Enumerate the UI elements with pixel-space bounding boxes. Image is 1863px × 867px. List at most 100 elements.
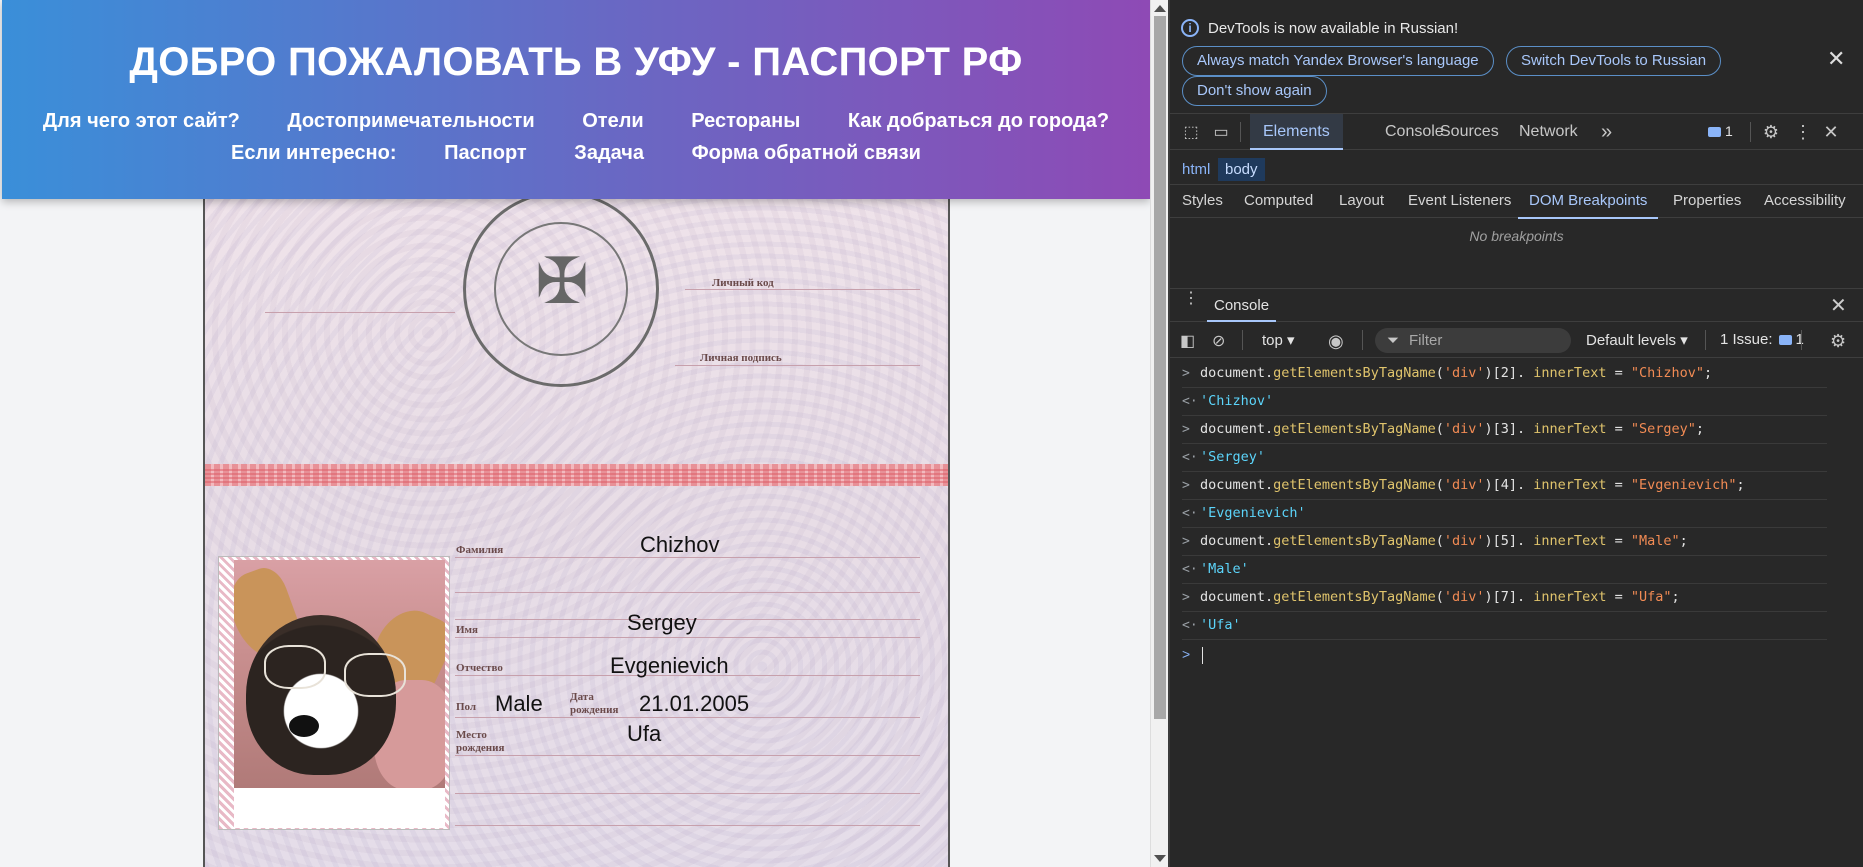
nav-link-directions[interactable]: Как добраться до города? bbox=[848, 110, 1109, 133]
chevron-right-icon: > bbox=[1182, 534, 1190, 549]
nav-link-hotels[interactable]: Отели bbox=[582, 110, 643, 133]
passport-gender: Male bbox=[495, 691, 543, 716]
console-input-line: > document.getElementsByTagName('div')[2… bbox=[1182, 360, 1827, 388]
console-prompt-input[interactable]: > bbox=[1182, 640, 1863, 670]
console-input-line: > document.getElementsByTagName('div')[7… bbox=[1182, 584, 1827, 612]
scrollbar-thumb[interactable] bbox=[1154, 16, 1166, 719]
chevron-down-icon: ▾ bbox=[1287, 332, 1295, 349]
nav-link-restaurants[interactable]: Рестораны bbox=[691, 110, 800, 133]
subtab-event-listeners[interactable]: Event Listeners bbox=[1408, 185, 1511, 219]
console-input-line: > document.getElementsByTagName('div')[3… bbox=[1182, 416, 1827, 444]
console-result-line: <· 'Male' bbox=[1182, 556, 1827, 584]
dont-show-again-button[interactable]: Don't show again bbox=[1182, 76, 1327, 106]
breadcrumb-html[interactable]: html bbox=[1175, 158, 1217, 181]
drawer-menu-icon[interactable]: ⋮ bbox=[1183, 291, 1199, 315]
console-issues-counter[interactable]: 1 Issue: 1 bbox=[1720, 331, 1804, 348]
message-icon bbox=[1778, 335, 1792, 345]
console-drawer-header: ⋮ Console ✕ bbox=[1170, 288, 1863, 322]
console-log: > document.getElementsByTagName('div')[2… bbox=[1170, 360, 1863, 670]
passport-birth-date: 21.01.2005 bbox=[639, 691, 750, 716]
nav-link-sights[interactable]: Достопримечательности bbox=[287, 110, 534, 133]
return-arrow-icon: <· bbox=[1182, 506, 1198, 521]
label-name: Имя bbox=[456, 624, 478, 636]
clear-console-icon[interactable]: ⊘ bbox=[1212, 331, 1225, 351]
return-arrow-icon: <· bbox=[1182, 450, 1198, 465]
return-arrow-icon: <· bbox=[1182, 618, 1198, 633]
subtab-dom-breakpoints[interactable]: DOM Breakpoints bbox=[1518, 185, 1659, 219]
more-tabs-icon[interactable]: » bbox=[1601, 114, 1612, 150]
console-input-line: > document.getElementsByTagName('div')[4… bbox=[1182, 472, 1827, 500]
label-birth-date-2: рождения bbox=[570, 704, 619, 716]
devtools-panel: i DevTools is now available in Russian! … bbox=[1170, 0, 1863, 867]
web-page: ДОБРО ПОЖАЛОВАТЬ В УФУ - ПАСПОРТ РФ Для … bbox=[0, 0, 1150, 867]
scroll-up-arrow-icon[interactable] bbox=[1154, 5, 1166, 12]
subtab-accessibility[interactable]: Accessibility bbox=[1764, 185, 1846, 219]
issues-badge[interactable]: 1 bbox=[1708, 123, 1733, 139]
always-match-language-button[interactable]: Always match Yandex Browser's language bbox=[1182, 46, 1494, 76]
console-result-line: <· 'Evgenievich' bbox=[1182, 500, 1827, 528]
console-filter-input[interactable]: ⏷ Filter bbox=[1375, 328, 1571, 353]
info-icon: i bbox=[1181, 19, 1199, 37]
nav-link-task[interactable]: Задача bbox=[574, 142, 644, 165]
console-input-line: > document.getElementsByTagName('div')[5… bbox=[1182, 528, 1827, 556]
settings-gear-icon[interactable]: ⚙ bbox=[1760, 122, 1782, 142]
passport-name: Sergey bbox=[627, 610, 697, 635]
tab-sources[interactable]: Sources bbox=[1440, 114, 1499, 150]
breadcrumb: html body bbox=[1170, 155, 1863, 184]
language-infobar: i DevTools is now available in Russian! … bbox=[1170, 0, 1863, 114]
label-personal-code: Личный код bbox=[712, 277, 774, 289]
console-result-line: <· 'Ufa' bbox=[1182, 612, 1827, 640]
console-settings-gear-icon[interactable]: ⚙ bbox=[1830, 331, 1846, 352]
scroll-down-arrow-icon[interactable] bbox=[1154, 855, 1166, 862]
tab-console[interactable]: Console bbox=[1385, 114, 1444, 150]
chevron-right-icon: > bbox=[1182, 478, 1190, 493]
inspect-element-icon[interactable]: ⬚ bbox=[1180, 122, 1202, 142]
tab-network[interactable]: Network bbox=[1519, 114, 1578, 150]
device-toolbar-icon[interactable]: ▭ bbox=[1210, 122, 1232, 142]
nav-link-passport[interactable]: Паспорт bbox=[444, 142, 527, 165]
label-surname: Фамилия bbox=[456, 544, 504, 556]
chevron-down-icon: ▾ bbox=[1680, 332, 1688, 349]
passport-seal: ✠ bbox=[463, 199, 659, 387]
passport-patronymic: Evgenievich bbox=[610, 653, 729, 678]
console-result-line: <· 'Sergey' bbox=[1182, 444, 1827, 472]
page-scrollbar[interactable] bbox=[1150, 0, 1168, 867]
message-icon bbox=[1708, 127, 1721, 137]
subtab-styles[interactable]: Styles bbox=[1182, 185, 1223, 219]
nav-row-2: Если интересно: Паспорт Задача Форма обр… bbox=[2, 142, 1150, 165]
switch-to-russian-button[interactable]: Switch DevTools to Russian bbox=[1506, 46, 1722, 76]
passport-birth-place: Ufa bbox=[627, 721, 662, 746]
live-expression-eye-icon[interactable]: ◉ bbox=[1328, 331, 1344, 352]
coat-of-arms-icon: ✠ bbox=[535, 245, 589, 317]
subtab-computed[interactable]: Computed bbox=[1244, 185, 1313, 219]
close-devtools-icon[interactable]: ✕ bbox=[1820, 122, 1842, 142]
console-result-line: <· 'Chizhov' bbox=[1182, 388, 1827, 416]
more-options-icon[interactable]: ⋮ bbox=[1792, 122, 1814, 142]
label-birth-place-1: Место bbox=[456, 729, 487, 741]
log-levels-select[interactable]: Default levels ▾ bbox=[1586, 331, 1688, 349]
breadcrumb-body[interactable]: body bbox=[1218, 158, 1265, 181]
label-birth-place-2: рождения bbox=[456, 742, 505, 754]
text-caret bbox=[1202, 647, 1203, 664]
context-select[interactable]: top ▾ bbox=[1262, 331, 1295, 349]
nav-link-if-interested[interactable]: Если интересно: bbox=[231, 142, 396, 165]
label-patronymic: Отчество bbox=[456, 662, 503, 674]
drawer-tab-console[interactable]: Console bbox=[1207, 289, 1277, 322]
subtab-layout[interactable]: Layout bbox=[1339, 185, 1384, 219]
infobar-message: DevTools is now available in Russian! bbox=[1208, 20, 1459, 37]
nav-link-about[interactable]: Для чего этот сайт? bbox=[43, 110, 240, 133]
close-icon[interactable]: ✕ bbox=[1827, 46, 1845, 72]
nav-link-feedback[interactable]: Форма обратной связи bbox=[692, 142, 921, 165]
label-birth-date-1: Дата bbox=[570, 691, 594, 703]
holder-photo bbox=[234, 560, 445, 788]
site-header: ДОБРО ПОЖАЛОВАТЬ В УФУ - ПАСПОРТ РФ Для … bbox=[2, 0, 1150, 199]
chevron-right-icon: > bbox=[1182, 366, 1190, 381]
elements-subtabs: Styles Computed Layout Event Listeners D… bbox=[1170, 184, 1863, 219]
chevron-right-icon: > bbox=[1182, 422, 1190, 437]
tab-elements[interactable]: Elements bbox=[1250, 114, 1343, 150]
subtab-properties[interactable]: Properties bbox=[1673, 185, 1741, 219]
no-breakpoints-text: No breakpoints bbox=[1469, 228, 1564, 244]
sidebar-toggle-icon[interactable]: ◧ bbox=[1180, 331, 1195, 351]
nav-row-1: Для чего этот сайт? Достопримечательност… bbox=[2, 110, 1150, 133]
close-drawer-icon[interactable]: ✕ bbox=[1830, 293, 1847, 318]
